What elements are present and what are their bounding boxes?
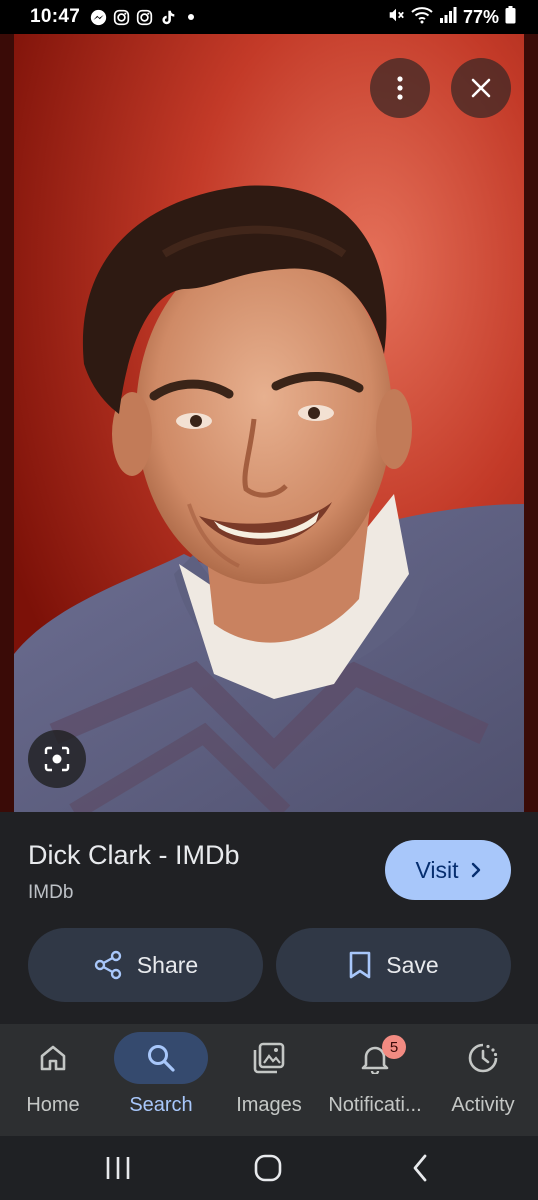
mute-icon xyxy=(387,6,405,29)
close-icon xyxy=(471,78,491,98)
lens-search-button[interactable] xyxy=(28,730,86,788)
nav-item-activity[interactable]: Activity xyxy=(430,1032,536,1132)
home-icon xyxy=(40,1045,66,1071)
home-system-button[interactable] xyxy=(238,1146,298,1190)
nav-label-search: Search xyxy=(129,1094,193,1116)
chevron-right-icon xyxy=(471,862,480,878)
image-viewer xyxy=(0,34,538,812)
tiktok-icon xyxy=(159,9,176,26)
share-button[interactable]: Share xyxy=(28,928,263,1002)
nav-item-notifications[interactable]: 5 Notificati... xyxy=(322,1032,428,1132)
recents-button[interactable] xyxy=(88,1146,148,1190)
save-button[interactable]: Save xyxy=(276,928,511,1002)
system-navigation-bar xyxy=(0,1136,538,1200)
search-icon xyxy=(148,1045,175,1072)
status-app-icons xyxy=(90,9,199,26)
nav-label-home: Home xyxy=(26,1094,80,1116)
activity-icon xyxy=(468,1043,498,1073)
nav-label-activity: Activity xyxy=(451,1094,515,1116)
share-icon xyxy=(94,950,122,980)
bottom-navigation: Home Search Images 5 Notificati... Activ… xyxy=(0,1024,538,1136)
status-time: 10:47 xyxy=(30,6,81,27)
battery-text: 77% xyxy=(462,6,499,27)
dot-icon xyxy=(182,9,199,26)
nav-label-images: Images xyxy=(236,1094,302,1116)
images-icon xyxy=(253,1042,285,1074)
recents-icon xyxy=(106,1157,130,1179)
status-system-icons: 77% xyxy=(387,5,516,29)
home-circle-icon xyxy=(254,1154,282,1182)
result-photo[interactable] xyxy=(14,34,524,812)
nav-item-images[interactable]: Images xyxy=(216,1032,322,1132)
bookmark-icon xyxy=(349,951,371,979)
back-button[interactable] xyxy=(390,1146,450,1190)
more-options-button[interactable] xyxy=(370,58,430,118)
result-source: IMDb xyxy=(28,882,74,903)
battery-icon xyxy=(505,5,516,29)
more-vert-icon xyxy=(397,76,403,100)
instagram-icon xyxy=(113,9,130,26)
back-icon xyxy=(413,1154,427,1182)
result-title[interactable]: Dick Clark - IMDb xyxy=(28,840,240,871)
nav-item-search[interactable]: Search xyxy=(108,1032,214,1132)
share-label: Share xyxy=(136,951,199,978)
visit-label: Visit xyxy=(415,856,459,883)
signal-icon xyxy=(439,6,457,29)
nav-label-notifications: Notificati... xyxy=(328,1094,422,1116)
status-bar: 10:47 77% xyxy=(0,0,538,34)
messenger-icon xyxy=(90,9,107,26)
wifi-icon xyxy=(411,6,433,29)
close-button[interactable] xyxy=(451,58,511,118)
save-label: Save xyxy=(386,951,439,978)
nav-item-home[interactable]: Home xyxy=(0,1032,106,1132)
notification-badge: 5 xyxy=(382,1035,406,1059)
portrait-illustration xyxy=(14,34,524,812)
lens-icon xyxy=(44,746,70,772)
visit-button[interactable]: Visit xyxy=(385,840,511,900)
instagram-icon xyxy=(136,9,153,26)
result-info-panel: Dick Clark - IMDb IMDb Visit Share Save xyxy=(0,812,538,1024)
